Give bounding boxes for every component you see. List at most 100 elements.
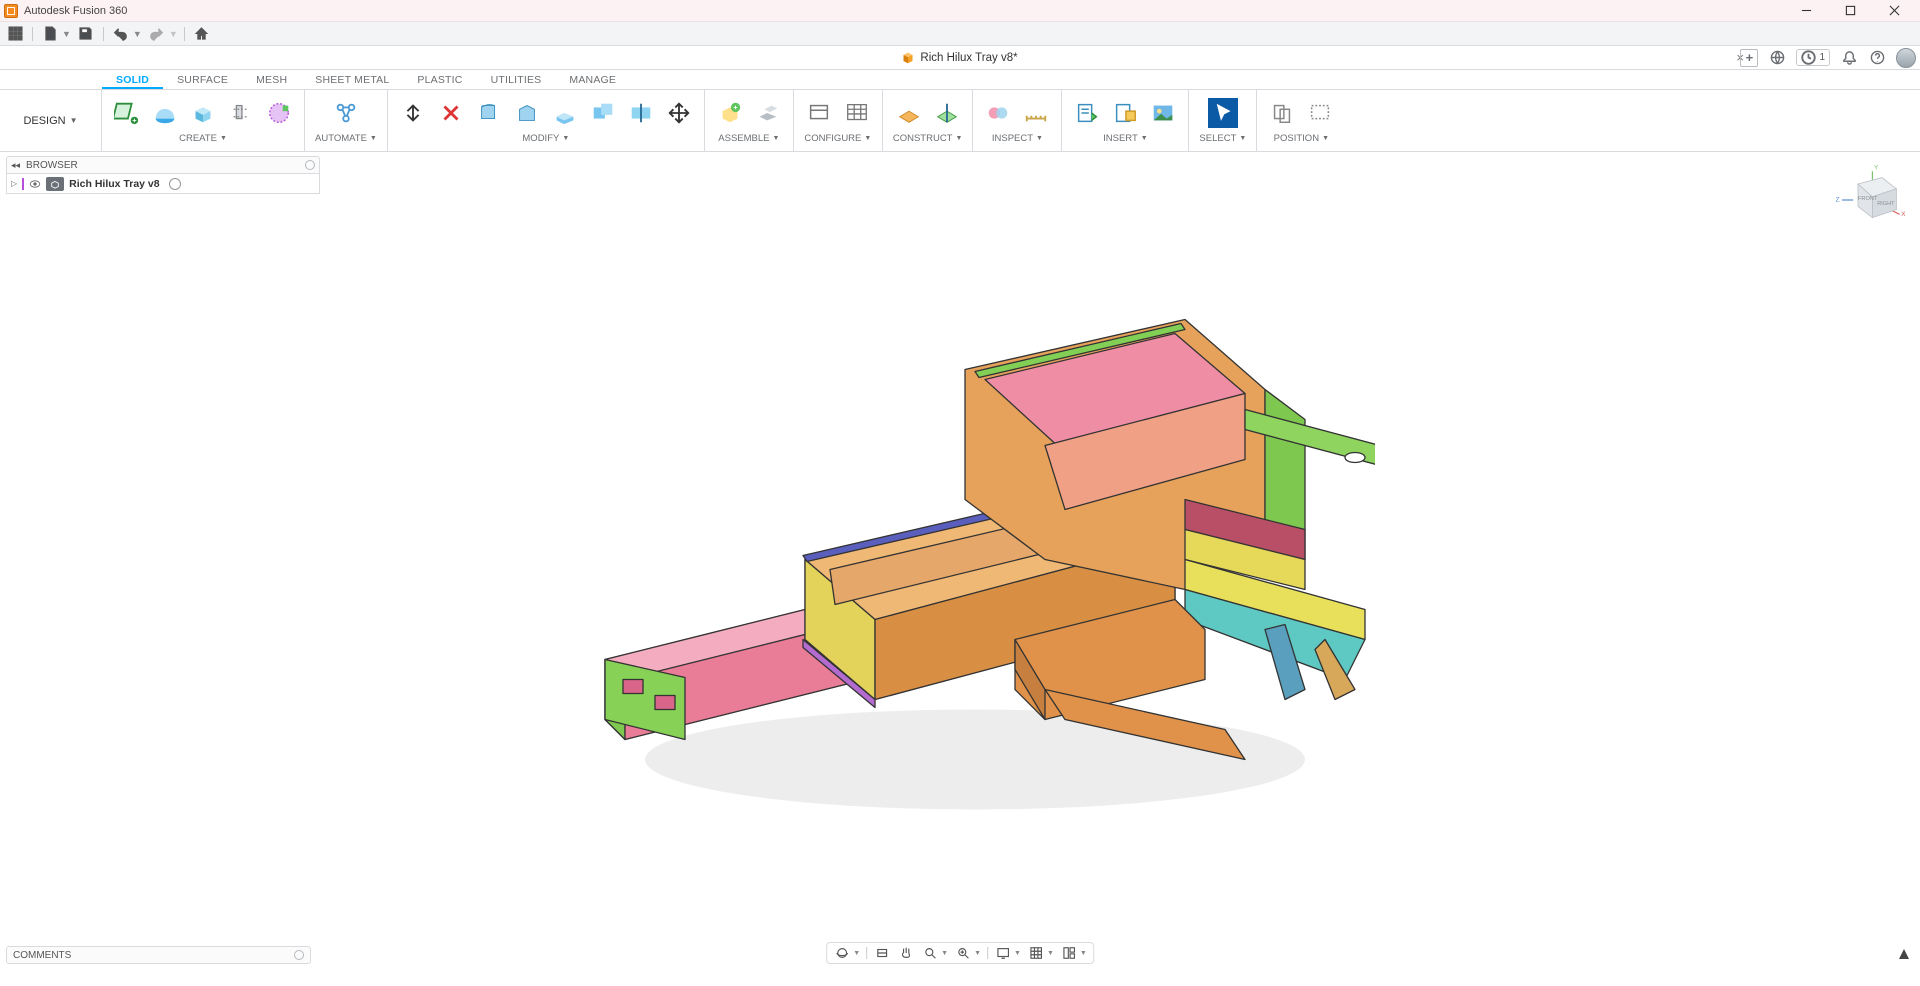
ribbon-group-assemble: ASSEMBLE xyxy=(705,90,794,151)
tab-surface[interactable]: SURFACE xyxy=(163,71,242,89)
extensions-button[interactable] xyxy=(1768,49,1786,67)
workspace-switcher-label: DESIGN xyxy=(23,115,65,127)
svg-text:FRONT: FRONT xyxy=(1858,196,1878,202)
workspace-switcher[interactable]: DESIGN xyxy=(0,90,102,151)
ribbon-group-construct: CONSTRUCT xyxy=(883,90,974,151)
tab-sheet-metal[interactable]: SHEET METAL xyxy=(301,71,403,89)
ribbon-group-automate: AUTOMATE xyxy=(305,90,388,151)
inspect-button[interactable] xyxy=(983,98,1013,128)
construction-axis-button[interactable] xyxy=(932,98,962,128)
tab-solid[interactable]: SOLID xyxy=(102,71,163,89)
window-titlebar: Autodesk Fusion 360 xyxy=(0,0,1920,22)
notifications-button[interactable] xyxy=(1840,49,1858,67)
comments-panel[interactable]: COMMENTS xyxy=(6,946,311,964)
help-button[interactable] xyxy=(1868,49,1886,67)
ribbon-group-create: CREATE xyxy=(102,90,305,151)
tab-utilities[interactable]: UTILITIES xyxy=(477,71,556,89)
browser-header[interactable]: ◂◂ BROWSER xyxy=(6,156,320,174)
zoom-button[interactable] xyxy=(921,945,939,961)
measure-button[interactable] xyxy=(1021,98,1051,128)
revolve-button[interactable] xyxy=(226,98,256,128)
file-menu-button[interactable] xyxy=(39,24,61,44)
insert-decal-button[interactable] xyxy=(1110,98,1140,128)
viewport[interactable]: ◂◂ BROWSER ▷ Rich Hilux Tray v8 Y Z X xyxy=(0,152,1920,964)
document-name: Rich Hilux Tray v8* xyxy=(920,52,1017,64)
component-chip-icon xyxy=(46,177,64,191)
move-button[interactable] xyxy=(664,98,694,128)
position-revert-button[interactable] xyxy=(1267,98,1297,128)
insert-derive-button[interactable] xyxy=(1072,98,1102,128)
svg-text:X: X xyxy=(1901,211,1906,218)
caret-down-icon xyxy=(220,135,227,142)
browser-root-node[interactable]: ▷ Rich Hilux Tray v8 xyxy=(6,174,320,194)
look-at-button[interactable] xyxy=(873,945,891,961)
construction-plane-button[interactable] xyxy=(894,98,924,128)
activate-radio-icon[interactable] xyxy=(169,178,181,190)
data-panel-button[interactable] xyxy=(4,24,26,44)
home-button[interactable] xyxy=(191,24,213,44)
pan-button[interactable] xyxy=(897,945,915,961)
document-cube-icon xyxy=(902,52,914,64)
fillet-button[interactable] xyxy=(474,98,504,128)
chamfer-button[interactable] xyxy=(512,98,542,128)
job-status-badge[interactable]: 1 xyxy=(1796,49,1830,66)
quick-access-toolbar: ▼ ▼ ▼ xyxy=(0,22,1920,46)
visibility-icon[interactable] xyxy=(29,180,41,188)
grid-settings-button[interactable] xyxy=(1027,945,1045,961)
emboss-button[interactable] xyxy=(264,98,294,128)
shell-button[interactable] xyxy=(550,98,580,128)
tab-plastic[interactable]: PLASTIC xyxy=(403,71,476,89)
create-sketch-button[interactable] xyxy=(112,98,142,128)
window-close-button[interactable] xyxy=(1872,0,1916,22)
split-button[interactable] xyxy=(626,98,656,128)
app-mark-icon xyxy=(1896,946,1912,962)
redo-button[interactable] xyxy=(146,24,168,44)
extrude-button[interactable] xyxy=(188,98,218,128)
workspace-tabs: SOLID SURFACE MESH SHEET METAL PLASTIC U… xyxy=(0,70,1920,90)
svg-text:RIGHT: RIGHT xyxy=(1877,201,1895,207)
change-indicator-icon xyxy=(22,178,24,190)
save-button[interactable] xyxy=(75,24,97,44)
model-geometry[interactable] xyxy=(545,259,1375,824)
navigation-bar: ▼ ▼ ▼ ▼ ▼ ▼ xyxy=(826,942,1094,964)
tab-mesh[interactable]: MESH xyxy=(242,71,301,89)
viewcube[interactable]: Y Z X FRONT RIGHT xyxy=(1834,160,1906,232)
select-button[interactable] xyxy=(1208,98,1238,128)
app-icon xyxy=(4,4,18,18)
collapse-icon: ◂◂ xyxy=(11,160,20,171)
svg-text:Z: Z xyxy=(1836,197,1840,204)
fit-button[interactable] xyxy=(954,945,972,961)
window-minimize-button[interactable] xyxy=(1784,0,1828,22)
viewport-layout-button[interactable] xyxy=(1060,945,1078,961)
undo-button[interactable] xyxy=(110,24,132,44)
window-maximize-button[interactable] xyxy=(1828,0,1872,22)
orbit-button[interactable] xyxy=(833,945,851,961)
insert-canvas-button[interactable] xyxy=(1148,98,1178,128)
combine-button[interactable] xyxy=(588,98,618,128)
new-component-button[interactable] xyxy=(715,98,745,128)
comments-label: COMMENTS xyxy=(13,950,71,961)
configure-button[interactable] xyxy=(804,98,834,128)
new-document-button[interactable]: + xyxy=(1740,49,1758,67)
position-capture-button[interactable] xyxy=(1305,98,1335,128)
ribbon-group-insert: INSERT xyxy=(1062,90,1189,151)
ribbon-group-configure: CONFIGURE xyxy=(794,90,883,151)
browser-root-label: Rich Hilux Tray v8 xyxy=(69,178,159,190)
document-bar: Rich Hilux Tray v8* × + 1 xyxy=(0,46,1920,70)
configure-table-button[interactable] xyxy=(842,98,872,128)
comments-settings-icon[interactable] xyxy=(294,950,304,960)
tab-manage[interactable]: MANAGE xyxy=(555,71,630,89)
browser-settings-icon[interactable] xyxy=(305,160,315,170)
browser-panel: ◂◂ BROWSER ▷ Rich Hilux Tray v8 xyxy=(6,156,320,194)
display-settings-button[interactable] xyxy=(994,945,1012,961)
automate-button[interactable] xyxy=(331,98,361,128)
ribbon-group-position: POSITION xyxy=(1257,90,1345,151)
delete-button[interactable] xyxy=(436,98,466,128)
expand-icon[interactable]: ▷ xyxy=(11,179,17,188)
ribbon-group-select: SELECT xyxy=(1189,90,1257,151)
joint-button[interactable] xyxy=(753,98,783,128)
user-avatar[interactable] xyxy=(1896,48,1916,68)
ribbon: DESIGN CREATE xyxy=(0,90,1920,152)
create-form-button[interactable] xyxy=(150,98,180,128)
press-pull-button[interactable] xyxy=(398,98,428,128)
